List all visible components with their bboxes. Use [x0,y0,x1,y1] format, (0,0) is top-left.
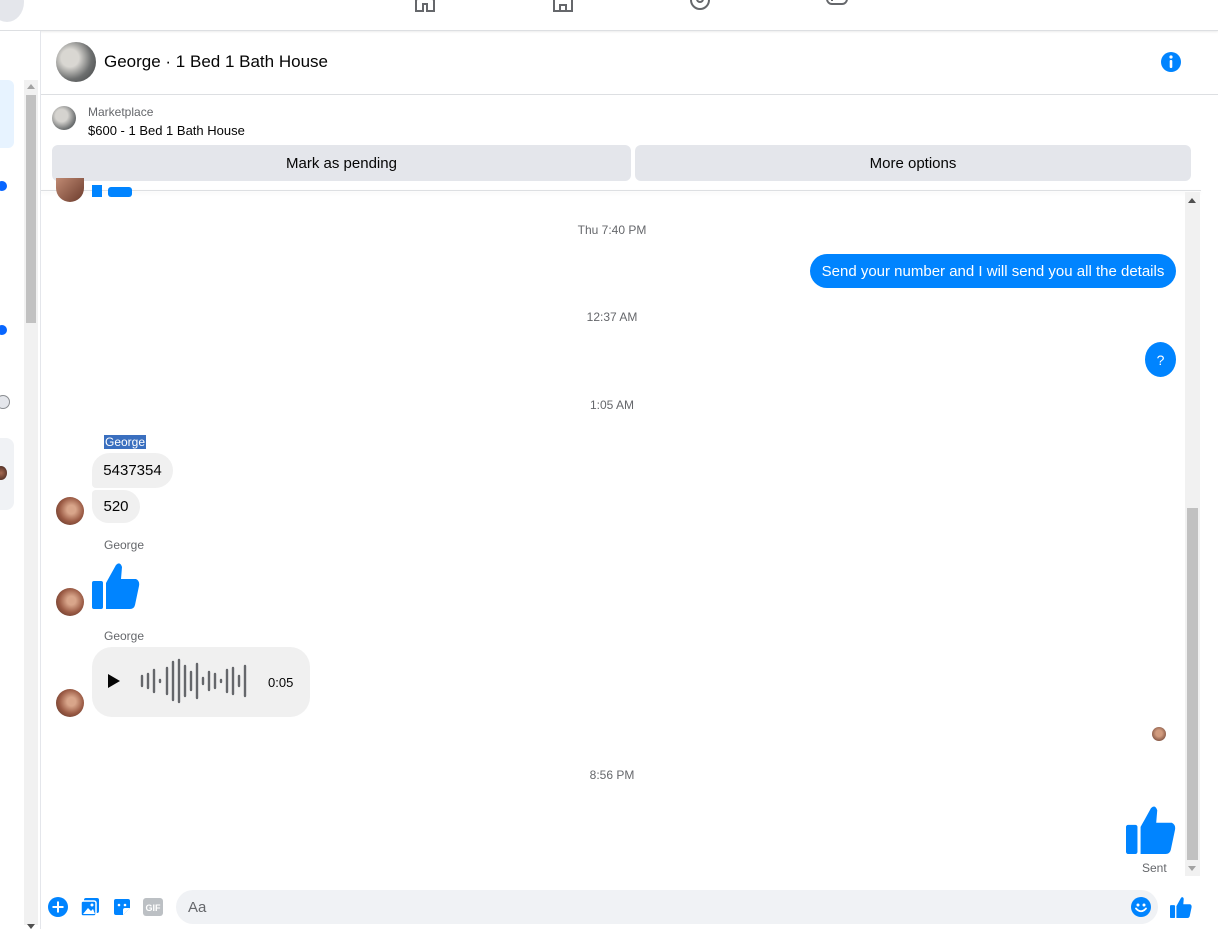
audio-duration: 0:05 [268,675,294,690]
scroll-down-arrow[interactable] [27,924,35,929]
message-input[interactable] [176,890,1158,924]
sender-name: George [104,435,147,449]
like-icon[interactable] [1170,896,1192,918]
messages-scroll-thumb[interactable] [1187,508,1198,860]
mark-as-pending-button[interactable]: Mark as pending [52,145,631,181]
timestamp: 1:05 AM [589,398,635,412]
thumbs-up-icon[interactable] [92,561,140,609]
top-navigation [0,0,1218,31]
thumbs-up-icon[interactable] [1126,804,1176,854]
sticker-icon[interactable] [112,897,132,917]
svg-text:GIF: GIF [146,903,162,913]
play-icon[interactable] [108,674,120,688]
message-status: Sent [1142,861,1167,875]
outgoing-message[interactable]: Send your number and I will send you all… [810,254,1176,288]
thumbs-up-icon [92,184,132,197]
more-options-button[interactable]: More options [635,145,1191,181]
groups-icon[interactable] [689,0,711,12]
avatar[interactable] [56,588,84,616]
listing-thumbnail[interactable] [52,106,76,130]
marketplace-icon[interactable] [552,0,574,12]
home-icon[interactable] [414,0,436,12]
listing-avatar[interactable] [56,42,96,82]
timestamp: 8:56 PM [589,768,635,782]
timestamp: 12:37 AM [586,310,638,324]
sidebar-scroll-thumb[interactable] [26,95,36,323]
marketplace-label: Marketplace [88,105,154,119]
seen-indicator-avatar [1152,727,1166,741]
avatar[interactable] [56,497,84,525]
gif-icon[interactable]: GIF [143,897,163,917]
sender-name: George [104,629,145,643]
divider [41,190,1201,191]
emoji-icon[interactable] [1131,897,1151,917]
avatar[interactable] [56,689,84,717]
scroll-up-arrow[interactable] [1188,198,1196,203]
outgoing-message[interactable]: ? [1145,342,1176,377]
incoming-message[interactable]: 520 [92,490,140,523]
photo-icon[interactable] [80,897,100,917]
timestamp: Thu 7:40 PM [577,223,647,237]
waveform-icon[interactable] [139,658,247,704]
chat-title[interactable]: George · 1 Bed 1 Bath House [104,52,328,72]
listing-title[interactable]: $600 - 1 Bed 1 Bath House [88,123,245,138]
gaming-icon[interactable] [826,0,848,12]
scroll-up-arrow[interactable] [27,84,35,89]
incoming-message[interactable]: 5437354 [92,453,173,488]
plus-icon[interactable] [48,897,68,917]
active-chat-highlight[interactable] [0,80,14,148]
info-icon[interactable] [1160,51,1182,73]
avatar[interactable] [56,178,84,202]
sender-name: George [104,538,145,552]
scroll-down-arrow[interactable] [1188,866,1196,871]
